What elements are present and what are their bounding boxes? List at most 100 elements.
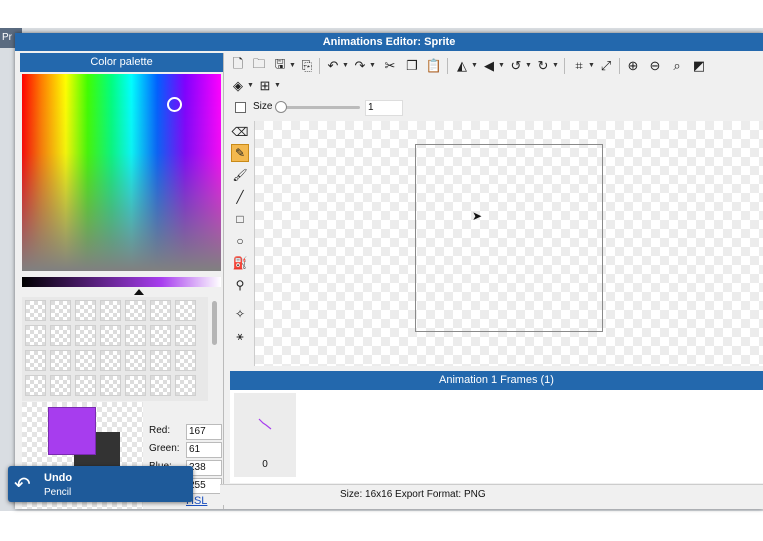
undo-dropdown-caret[interactable]: ▼ (342, 62, 349, 69)
grid-caret[interactable]: ▼ (274, 82, 281, 89)
eyedropper-icon[interactable]: ⚲ (231, 276, 249, 294)
toolbar-separator (319, 58, 320, 74)
color-swatch[interactable] (75, 350, 96, 371)
layers-caret[interactable]: ▼ (247, 82, 254, 89)
color-swatch[interactable] (25, 375, 46, 396)
zoom-in-icon[interactable]: ⊕ (624, 57, 642, 75)
rgba-label: Green: (149, 443, 180, 454)
rotate-right-caret[interactable]: ▼ (552, 62, 559, 69)
rotate-left-icon[interactable]: ↺ (507, 57, 525, 75)
color-swatch[interactable] (175, 375, 196, 396)
size-label: Size (253, 101, 273, 112)
color-swatch[interactable] (150, 325, 171, 346)
copy-icon[interactable]: ❐ (403, 57, 421, 75)
frames-title: Animation 1 Frames (1) (230, 371, 763, 390)
undo-title: Undo (44, 472, 73, 484)
color-swatch[interactable] (50, 375, 71, 396)
resize-icon[interactable]: ⤢ (597, 57, 615, 75)
fill-bucket-icon[interactable]: ⛽ (231, 254, 249, 272)
color-swatch[interactable] (25, 350, 46, 371)
flip-horizontal-caret[interactable]: ▼ (471, 62, 478, 69)
color-swatch[interactable] (175, 350, 196, 371)
undo-subtitle: Pencil (44, 487, 72, 498)
swatch-grid (22, 297, 208, 401)
undo-icon[interactable]: ↶ (324, 57, 342, 75)
color-swatch[interactable] (150, 375, 171, 396)
sprite-canvas[interactable] (415, 144, 603, 332)
color-swatch[interactable] (150, 300, 171, 321)
eraser-icon[interactable]: ⌫ (231, 123, 249, 141)
rgba-value-field[interactable]: 61 (186, 442, 222, 458)
undo-notification[interactable]: ↶ Undo Pencil (8, 466, 193, 502)
brush-icon[interactable]: 🖌 (231, 166, 249, 184)
color-swatch[interactable] (25, 300, 46, 321)
rectangle-icon[interactable]: □ (231, 210, 249, 228)
new-file-icon[interactable]: 🗋 (229, 56, 247, 75)
toggle-background-icon[interactable]: ◩ (690, 57, 708, 75)
color-swatch[interactable] (125, 325, 146, 346)
color-swatch[interactable] (50, 300, 71, 321)
frame-thumbnail[interactable]: 0 (234, 393, 296, 477)
toolbar-separator (619, 58, 620, 74)
color-swatch[interactable] (125, 375, 146, 396)
tool-palette: ⌫ ✎ 🖌 ╱ □ ○ ⛽ ⚲ ✧ ⚹ (228, 121, 254, 381)
size-checkbox[interactable] (235, 102, 246, 113)
rotate-left-caret[interactable]: ▼ (525, 62, 532, 69)
size-slider-thumb[interactable] (275, 101, 287, 113)
color-palette-panel: Color palette - HSL Red:167Green:61Blue:… (20, 53, 224, 509)
primary-color-swatch[interactable] (48, 407, 96, 455)
zoom-fit-icon[interactable]: ⌕ (668, 57, 686, 75)
save-dropdown-caret[interactable]: ▼ (289, 62, 296, 69)
status-text: Size: 16x16 Export Format: PNG (340, 489, 486, 500)
color-swatch[interactable] (50, 325, 71, 346)
color-swatch[interactable] (75, 325, 96, 346)
open-folder-icon[interactable]: 🗀 (250, 56, 268, 75)
color-picker-ring[interactable] (167, 97, 182, 112)
export-icon[interactable]: ⎘ (298, 57, 316, 75)
color-swatch[interactable] (175, 300, 196, 321)
crop-icon[interactable]: ⌗ (570, 57, 588, 75)
color-swatch[interactable] (125, 300, 146, 321)
size-value-field[interactable]: 1 (365, 100, 403, 116)
color-swatch[interactable] (175, 325, 196, 346)
ellipse-icon[interactable]: ○ (231, 232, 249, 250)
color-swatch[interactable] (150, 350, 171, 371)
editor-title: Animations Editor: Sprite (15, 33, 763, 51)
color-swatch[interactable] (25, 325, 46, 346)
redo-icon[interactable]: ↷ (351, 57, 369, 75)
status-bar: Size: 16x16 Export Format: PNG (220, 484, 763, 505)
color-swatch[interactable] (100, 300, 121, 321)
color-swatch[interactable] (100, 375, 121, 396)
toolbar-separator (564, 58, 565, 74)
selection-icon[interactable]: ⚹ (231, 327, 249, 345)
layers-icon[interactable]: ◈ (229, 77, 247, 95)
color-swatch[interactable] (100, 350, 121, 371)
save-icon[interactable]: 🖫 (271, 56, 289, 75)
lightness-slider-marker[interactable] (134, 289, 144, 295)
grid-icon[interactable]: ⊞ (256, 77, 274, 95)
flip-horizontal-icon[interactable]: ◭ (453, 57, 471, 75)
color-swatch[interactable] (75, 300, 96, 321)
palette-title: Color palette (20, 53, 223, 72)
zoom-out-icon[interactable]: ⊖ (646, 57, 664, 75)
paste-icon[interactable]: 📋 (425, 57, 443, 75)
crop-caret[interactable]: ▼ (588, 62, 595, 69)
color-spectrum[interactable] (22, 74, 221, 271)
size-slider-track[interactable] (276, 106, 360, 109)
rgba-value-field[interactable]: 167 (186, 424, 222, 440)
flip-vertical-icon[interactable]: ◀ (480, 57, 498, 75)
color-swatch[interactable] (125, 350, 146, 371)
redo-dropdown-caret[interactable]: ▼ (369, 62, 376, 69)
drawing-canvas-area[interactable]: ➤ (254, 121, 763, 366)
color-swatch[interactable] (75, 375, 96, 396)
color-swatch[interactable] (100, 325, 121, 346)
lightness-slider[interactable] (22, 277, 221, 287)
swatch-scrollbar[interactable] (212, 301, 217, 345)
pencil-icon[interactable]: ✎ (231, 144, 249, 162)
line-icon[interactable]: ╱ (231, 188, 249, 206)
move-pixel-icon[interactable]: ✧ (231, 305, 249, 323)
flip-vertical-caret[interactable]: ▼ (498, 62, 505, 69)
cut-icon[interactable]: ✂ (381, 57, 399, 75)
rotate-right-icon[interactable]: ↻ (534, 57, 552, 75)
color-swatch[interactable] (50, 350, 71, 371)
